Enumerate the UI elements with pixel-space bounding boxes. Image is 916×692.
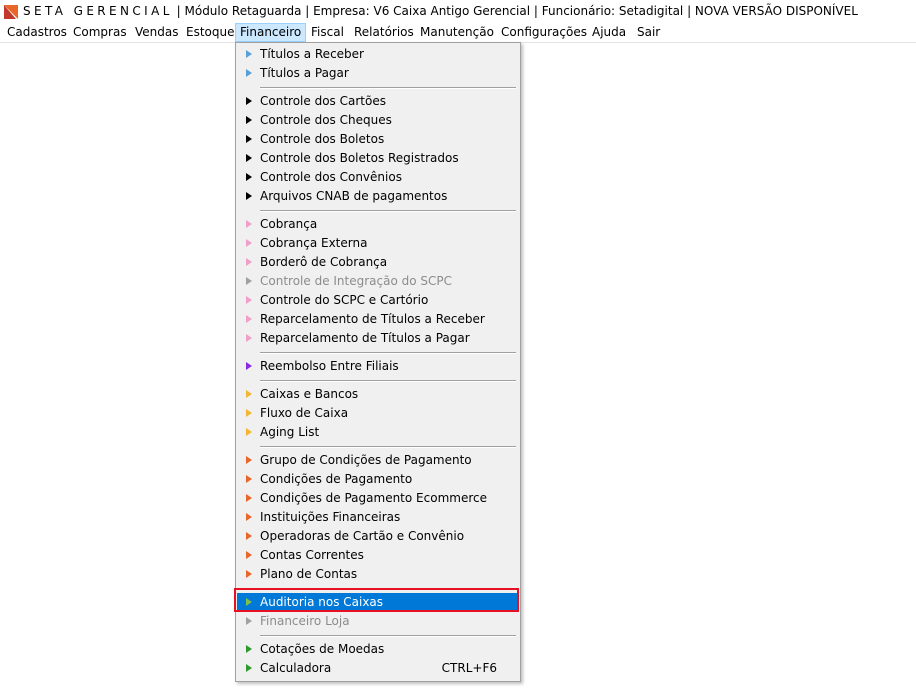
- menu-separator: [260, 87, 516, 89]
- arrow-right-icon: [246, 513, 252, 521]
- menu-separator: [260, 446, 516, 448]
- arrow-right-icon: [246, 598, 252, 606]
- menu-configuracoes[interactable]: Configurações: [500, 24, 588, 41]
- menu-item-reparcelamento-pagar[interactable]: Reparcelamento de Títulos a Pagar: [237, 329, 519, 348]
- menu-item-controle-cheques[interactable]: Controle dos Cheques: [237, 111, 519, 130]
- arrow-right-icon: [246, 135, 252, 143]
- menu-item-cobranca-externa[interactable]: Cobrança Externa: [237, 234, 519, 253]
- arrow-right-icon: [246, 239, 252, 247]
- menu-item-cotacoes-moedas[interactable]: Cotações de Moedas: [237, 640, 519, 659]
- arrow-right-icon: [246, 277, 252, 285]
- menu-sair[interactable]: Sair: [636, 24, 661, 41]
- menu-item-reembolso-filiais[interactable]: Reembolso Entre Filiais: [237, 357, 519, 376]
- arrow-right-icon: [246, 315, 252, 323]
- menu-separator: [260, 635, 516, 637]
- menu-relatorios[interactable]: Relatórios: [353, 24, 415, 41]
- menu-separator: [260, 588, 516, 590]
- arrow-right-icon: [246, 456, 252, 464]
- seta-logo-icon: [4, 5, 18, 19]
- arrow-right-icon: [246, 173, 252, 181]
- menu-item-aging-list[interactable]: Aging List: [237, 423, 519, 442]
- menu-separator: [260, 380, 516, 382]
- arrow-right-icon: [246, 551, 252, 559]
- menu-estoque[interactable]: Estoque: [185, 24, 236, 41]
- arrow-right-icon: [246, 494, 252, 502]
- menu-ajuda[interactable]: Ajuda: [591, 24, 627, 41]
- menu-manutencao[interactable]: Manutenção: [419, 24, 495, 41]
- menu-item-contas-correntes[interactable]: Contas Correntes: [237, 546, 519, 565]
- arrow-right-icon: [246, 97, 252, 105]
- menu-item-fluxo-caixa[interactable]: Fluxo de Caixa: [237, 404, 519, 423]
- arrow-right-icon: [246, 50, 252, 58]
- arrow-right-icon: [246, 296, 252, 304]
- menu-item-controle-cartoes[interactable]: Controle dos Cartões: [237, 92, 519, 111]
- menu-item-controle-boletos[interactable]: Controle dos Boletos: [237, 130, 519, 149]
- menu-bar: Cadastros Compras Vendas Estoque Finance…: [0, 23, 916, 43]
- financeiro-dropdown: Títulos a Receber Títulos a Pagar Contro…: [235, 42, 521, 682]
- arrow-right-icon: [246, 532, 252, 540]
- menu-item-controle-scpc-cartorio[interactable]: Controle do SCPC e Cartório: [237, 291, 519, 310]
- menu-separator: [260, 210, 516, 212]
- menu-item-controle-convenios[interactable]: Controle dos Convênios: [237, 168, 519, 187]
- menu-item-titulos-receber[interactable]: Títulos a Receber: [237, 45, 519, 64]
- menu-item-condicoes-pagamento[interactable]: Condições de Pagamento: [237, 470, 519, 489]
- menu-item-titulos-pagar[interactable]: Títulos a Pagar: [237, 64, 519, 83]
- menu-vendas[interactable]: Vendas: [134, 24, 180, 41]
- arrow-right-icon: [246, 258, 252, 266]
- shortcut-label: CTRL+F6: [441, 661, 497, 675]
- menu-item-reparcelamento-receber[interactable]: Reparcelamento de Títulos a Receber: [237, 310, 519, 329]
- menu-item-controle-integracao-scpc: Controle de Integração do SCPC: [237, 272, 519, 291]
- arrow-right-icon: [246, 570, 252, 578]
- window-info: | Módulo Retaguarda | Empresa: V6 Caixa …: [176, 4, 858, 18]
- menu-item-cobranca[interactable]: Cobrança: [237, 215, 519, 234]
- menu-item-operadoras-cartao[interactable]: Operadoras de Cartão e Convênio: [237, 527, 519, 546]
- arrow-right-icon: [246, 69, 252, 77]
- menu-compras[interactable]: Compras: [72, 24, 128, 41]
- menu-separator: [260, 352, 516, 354]
- menu-item-plano-contas[interactable]: Plano de Contas: [237, 565, 519, 584]
- menu-item-instituicoes-financeiras[interactable]: Instituições Financeiras: [237, 508, 519, 527]
- menu-item-controle-boletos-registrados[interactable]: Controle dos Boletos Registrados: [237, 149, 519, 168]
- arrow-right-icon: [246, 664, 252, 672]
- menu-cadastros[interactable]: Cadastros: [6, 24, 68, 41]
- menu-item-arquivos-cnab[interactable]: Arquivos CNAB de pagamentos: [237, 187, 519, 206]
- menu-item-financeiro-loja: Financeiro Loja: [237, 612, 519, 631]
- arrow-right-icon: [246, 390, 252, 398]
- arrow-right-icon: [246, 334, 252, 342]
- window-title: SETA GERENCIAL | Módulo Retaguarda | Emp…: [23, 4, 858, 18]
- menu-item-caixas-bancos[interactable]: Caixas e Bancos: [237, 385, 519, 404]
- menu-item-auditoria-caixas[interactable]: Auditoria nos Caixas: [237, 593, 519, 612]
- arrow-right-icon: [246, 154, 252, 162]
- arrow-right-icon: [246, 475, 252, 483]
- arrow-right-icon: [246, 220, 252, 228]
- arrow-right-icon: [246, 617, 252, 625]
- menu-fiscal[interactable]: Fiscal: [310, 24, 345, 41]
- brand-name: SETA GERENCIAL: [23, 4, 173, 18]
- arrow-right-icon: [246, 192, 252, 200]
- title-bar: SETA GERENCIAL | Módulo Retaguarda | Emp…: [0, 0, 916, 23]
- menu-item-condicoes-pagamento-ecommerce[interactable]: Condições de Pagamento Ecommerce: [237, 489, 519, 508]
- menu-item-calculadora[interactable]: Calculadora CTRL+F6: [237, 659, 519, 678]
- arrow-right-icon: [246, 362, 252, 370]
- arrow-right-icon: [246, 645, 252, 653]
- menu-item-bordero-cobranca[interactable]: Borderô de Cobrança: [237, 253, 519, 272]
- menu-item-grupo-condicoes-pagamento[interactable]: Grupo de Condições de Pagamento: [237, 451, 519, 470]
- arrow-right-icon: [246, 428, 252, 436]
- menu-financeiro[interactable]: Financeiro: [235, 23, 307, 42]
- arrow-right-icon: [246, 116, 252, 124]
- arrow-right-icon: [246, 409, 252, 417]
